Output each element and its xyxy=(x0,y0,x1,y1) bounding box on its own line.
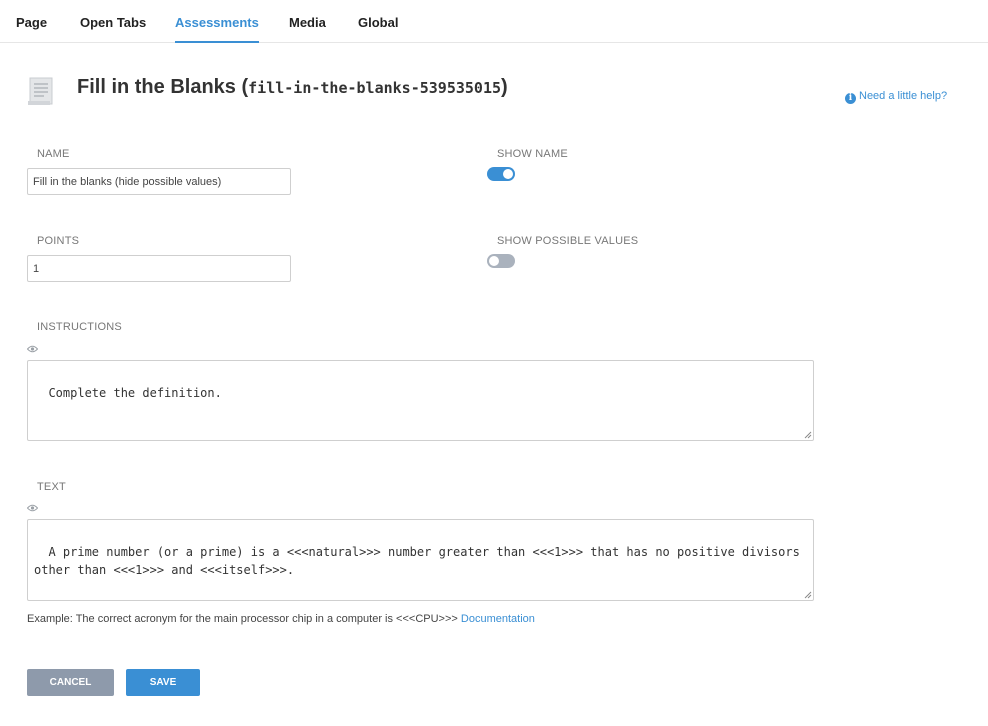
tab-open-tabs[interactable]: Open Tabs xyxy=(80,15,146,43)
tab-media[interactable]: Media xyxy=(289,15,326,43)
assessment-slug: fill-in-the-blanks-539535015 xyxy=(248,79,502,97)
text-label: TEXT xyxy=(37,481,66,493)
instructions-label: INSTRUCTIONS xyxy=(37,321,122,333)
show-possible-values-toggle[interactable] xyxy=(487,254,515,268)
name-input[interactable] xyxy=(27,168,291,195)
resize-handle-icon[interactable] xyxy=(804,431,812,439)
help-link-text: Need a little help? xyxy=(859,90,948,102)
tab-page[interactable]: Page xyxy=(16,15,47,43)
points-label: POINTS xyxy=(37,235,80,247)
top-tab-bar: Page Open Tabs Assessments Media Global xyxy=(0,0,988,43)
document-icon xyxy=(28,77,53,105)
points-input[interactable] xyxy=(27,255,291,282)
example-text: Example: The correct acronym for the mai… xyxy=(27,613,461,625)
toggle-knob xyxy=(489,256,499,266)
instructions-textarea[interactable]: Complete the definition. xyxy=(27,360,814,441)
show-name-label: SHOW NAME xyxy=(497,148,568,160)
cancel-button[interactable]: CANCEL xyxy=(27,669,114,696)
text-value: A prime number (or a prime) is a <<<natu… xyxy=(34,545,808,577)
tab-assessments[interactable]: Assessments xyxy=(175,15,259,43)
info-icon: i xyxy=(845,93,856,104)
text-textarea[interactable]: A prime number (or a prime) is a <<<natu… xyxy=(27,519,814,601)
toggle-knob xyxy=(503,169,513,179)
title-close-paren: ) xyxy=(501,76,508,98)
resize-handle-icon[interactable] xyxy=(804,591,812,599)
show-name-toggle[interactable] xyxy=(487,167,515,181)
page-title: Fill in the Blanks (fill-in-the-blanks-5… xyxy=(77,76,508,99)
show-possible-values-label: SHOW POSSIBLE VALUES xyxy=(497,235,639,247)
documentation-link[interactable]: Documentation xyxy=(461,613,535,625)
tab-global[interactable]: Global xyxy=(358,15,398,43)
name-label: NAME xyxy=(37,148,70,160)
save-button[interactable]: SAVE xyxy=(126,669,200,696)
preview-eye-icon[interactable] xyxy=(27,345,38,353)
help-link[interactable]: i Need a little help? xyxy=(845,90,947,104)
instructions-value: Complete the definition. xyxy=(48,386,222,400)
preview-eye-icon[interactable] xyxy=(27,504,38,512)
example-hint: Example: The correct acronym for the mai… xyxy=(27,613,535,625)
page-title-text: Fill in the Blanks xyxy=(77,76,236,98)
